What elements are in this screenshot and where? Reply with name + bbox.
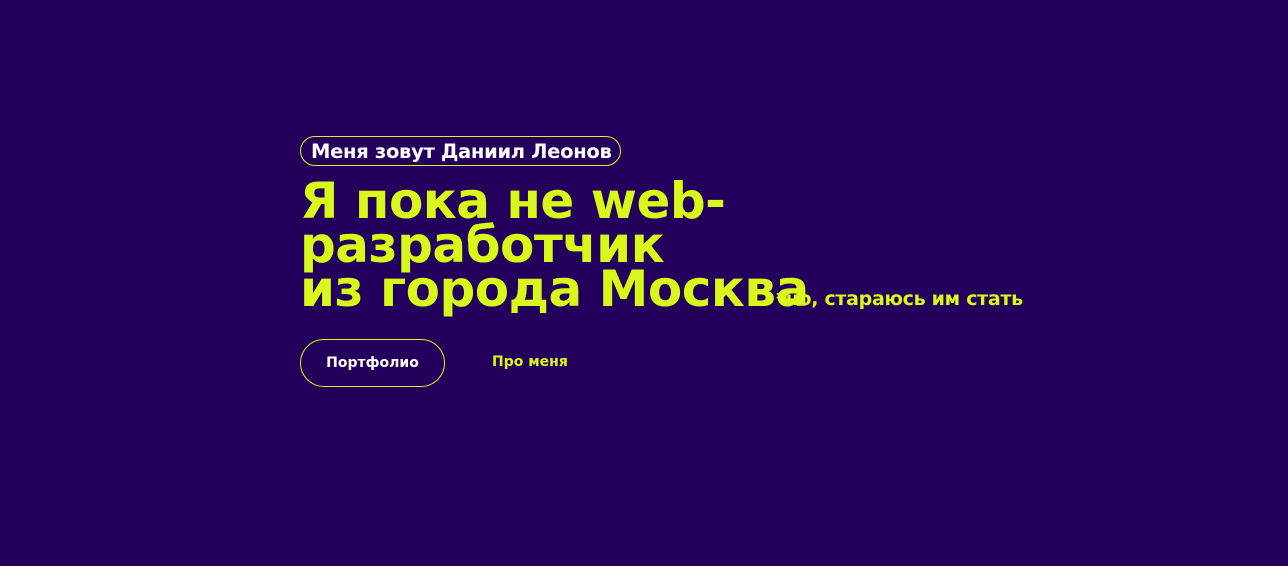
headline-line-3: из города Москва xyxy=(300,260,809,318)
headline-footnote: *но, стараюсь им стать xyxy=(776,288,1023,310)
name-badge-text: Меня зовут Даниил Леонов xyxy=(311,139,612,163)
about-me-link[interactable]: Про меня xyxy=(492,354,568,370)
hero-headline: Я пока не web- разработчик из города Мос… xyxy=(300,176,809,318)
portfolio-button[interactable]: Портфолио xyxy=(300,339,445,387)
portfolio-button-label: Портфолио xyxy=(326,355,419,371)
name-badge: Меня зовут Даниил Леонов xyxy=(300,136,621,166)
